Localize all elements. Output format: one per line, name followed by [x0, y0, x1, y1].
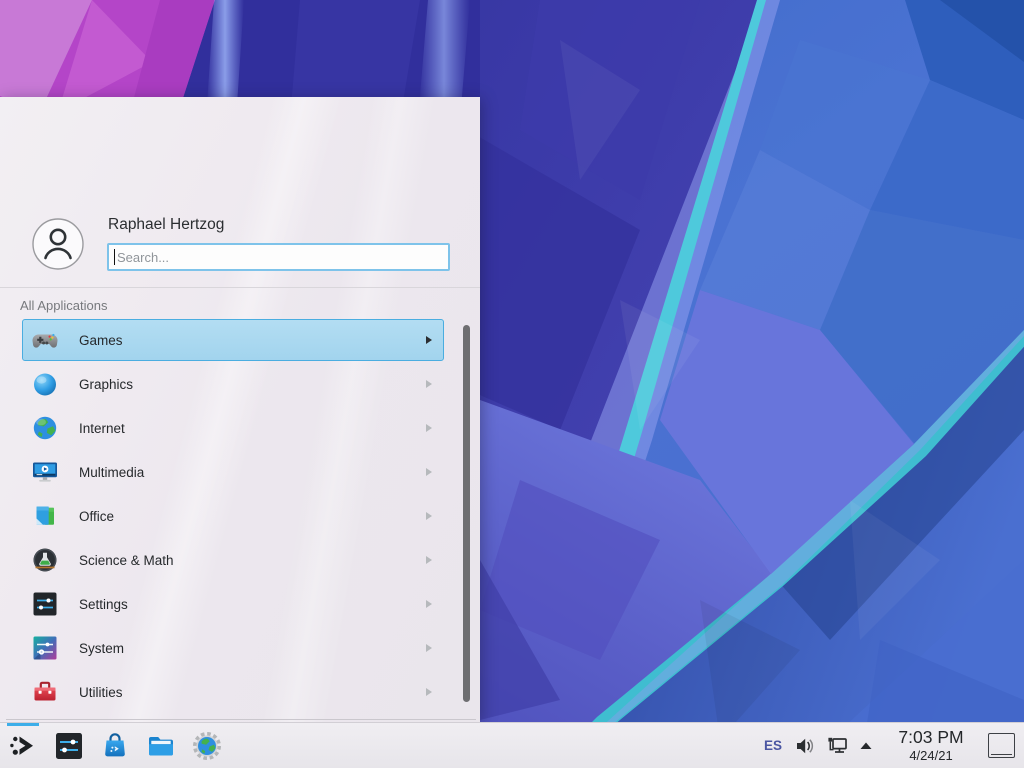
submenu-arrow-icon	[425, 511, 433, 521]
category-settings[interactable]: Settings	[22, 583, 444, 625]
list-scrollbar[interactable]	[463, 325, 470, 702]
globe-icon	[31, 414, 59, 442]
category-system[interactable]: System	[22, 627, 444, 669]
clock-date: 4/24/21	[887, 749, 975, 762]
category-label: System	[79, 641, 124, 656]
toolbox-icon	[31, 678, 59, 706]
category-utilities[interactable]: Utilities	[22, 671, 444, 713]
category-label: Games	[79, 333, 123, 348]
documents-icon	[31, 502, 59, 530]
submenu-arrow-icon	[425, 555, 433, 565]
submenu-arrow-icon	[425, 643, 433, 653]
category-games[interactable]: Games	[22, 319, 444, 361]
gamepad-icon	[31, 326, 59, 354]
header-separator	[0, 287, 480, 288]
category-label: Office	[79, 509, 114, 524]
discover-button[interactable]	[92, 723, 138, 768]
category-label: Utilities	[79, 685, 123, 700]
submenu-arrow-icon	[425, 379, 433, 389]
submenu-arrow-icon	[425, 599, 433, 609]
discover-icon	[99, 730, 131, 762]
category-graphics[interactable]: Graphics	[22, 363, 444, 405]
system-settings-button[interactable]	[46, 723, 92, 768]
volume-button[interactable]	[794, 735, 816, 757]
media-player-icon	[31, 458, 59, 486]
category-internet[interactable]: Internet	[22, 407, 444, 449]
category-label: Graphics	[79, 377, 133, 392]
submenu-arrow-icon	[425, 467, 433, 477]
user-avatar[interactable]	[32, 218, 84, 270]
taskbar-panel: ES	[0, 722, 1024, 768]
tab-bar-separator	[6, 719, 476, 720]
folder-icon	[145, 730, 177, 762]
submenu-arrow-icon	[425, 687, 433, 697]
category-label: Settings	[79, 597, 128, 612]
tray-expander-button[interactable]	[858, 739, 874, 753]
desktop: Raphael Hertzog All Applications Games	[0, 0, 1024, 768]
submenu-arrow-icon	[425, 335, 433, 345]
category-label: Multimedia	[79, 465, 144, 480]
dolphin-file-manager-button[interactable]	[138, 723, 184, 768]
category-label: Science & Math	[79, 553, 174, 568]
globe-gear-icon	[191, 730, 223, 762]
search-field-wrap	[107, 243, 450, 271]
system-settings-icon	[53, 730, 85, 762]
digital-clock[interactable]: 7:03 PM 4/24/21	[887, 729, 975, 763]
category-label: Internet	[79, 421, 125, 436]
caret-up-icon	[858, 739, 874, 753]
network-button[interactable]	[825, 735, 849, 757]
application-launcher-popup: Raphael Hertzog All Applications Games	[0, 97, 480, 722]
category-science-math[interactable]: Science & Math	[22, 539, 444, 581]
user-name: Raphael Hertzog	[108, 216, 224, 234]
kde-launcher-icon	[7, 730, 39, 762]
sphere-icon	[31, 370, 59, 398]
clock-time: 7:03 PM	[887, 729, 975, 747]
speaker-icon	[794, 735, 816, 757]
flask-icon	[31, 546, 59, 574]
submenu-arrow-icon	[425, 423, 433, 433]
system-sliders-icon	[31, 634, 59, 662]
application-category-list: Games Graphics	[0, 319, 480, 720]
wired-network-icon	[825, 735, 849, 757]
keyboard-layout-indicator[interactable]: ES	[761, 738, 785, 753]
application-launcher-button[interactable]	[0, 723, 46, 768]
category-multimedia[interactable]: Multimedia	[22, 451, 444, 493]
system-tray: ES	[761, 729, 1018, 763]
search-input[interactable]	[107, 243, 450, 271]
sliders-icon	[31, 590, 59, 618]
show-desktop-button[interactable]	[988, 733, 1015, 758]
text-cursor	[114, 249, 115, 265]
category-office[interactable]: Office	[22, 495, 444, 537]
section-label: All Applications	[20, 298, 107, 313]
web-browser-button[interactable]	[184, 723, 230, 768]
